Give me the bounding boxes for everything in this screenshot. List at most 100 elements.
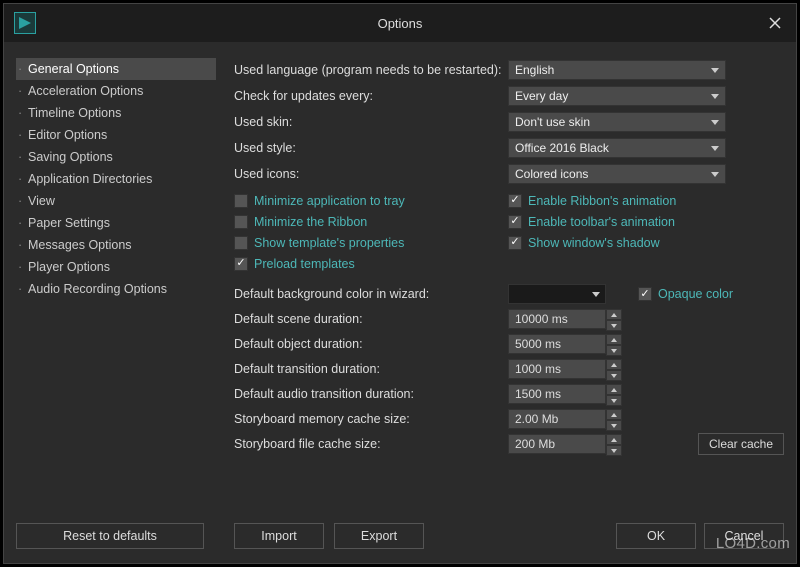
button-label: OK <box>647 529 665 543</box>
icons-dropdown[interactable]: Colored icons <box>508 164 726 184</box>
spin-down[interactable] <box>606 395 622 406</box>
mem-cache-label: Storyboard memory cache size: <box>234 412 508 426</box>
cb-minimize-tray[interactable] <box>234 194 248 208</box>
bgcolor-picker[interactable] <box>508 284 606 304</box>
button-label: Clear cache <box>709 437 773 451</box>
sidebar-item-general[interactable]: General Options <box>16 58 216 80</box>
skin-dropdown[interactable]: Don't use skin <box>508 112 726 132</box>
dropdown-value: Colored icons <box>515 167 588 181</box>
spinner-value: 1000 ms <box>515 362 561 376</box>
audio-transition-label: Default audio transition duration: <box>234 387 508 401</box>
checkbox-column-right: Enable Ribbon's animation Enable toolbar… <box>508 190 676 274</box>
cb-toolbar-anim[interactable] <box>508 215 522 229</box>
transition-duration-label: Default transition duration: <box>234 362 508 376</box>
spin-down[interactable] <box>606 320 622 331</box>
icons-label: Used icons: <box>234 167 299 181</box>
sidebar-item-timeline[interactable]: Timeline Options <box>16 102 216 124</box>
transition-duration-input[interactable]: 1000 ms <box>508 359 606 379</box>
updates-dropdown[interactable]: Every day <box>508 86 726 106</box>
cb-label[interactable]: Minimize the Ribbon <box>254 215 367 229</box>
scene-duration-label: Default scene duration: <box>234 312 508 326</box>
cb-ribbon-anim[interactable] <box>508 194 522 208</box>
cb-label[interactable]: Enable toolbar's animation <box>528 215 675 229</box>
sidebar-item-label: Application Directories <box>28 172 152 186</box>
spinner-value: 5000 ms <box>515 337 561 351</box>
cb-show-template-props[interactable] <box>234 236 248 250</box>
sidebar-item-messages[interactable]: Messages Options <box>16 234 216 256</box>
style-label: Used style: <box>234 141 296 155</box>
reset-button[interactable]: Reset to defaults <box>16 523 204 549</box>
window-body: General Options Acceleration Options Tim… <box>4 42 796 563</box>
object-duration-label: Default object duration: <box>234 337 508 351</box>
ok-button[interactable]: OK <box>616 523 696 549</box>
spinner-value: 1500 ms <box>515 387 561 401</box>
cb-window-shadow[interactable] <box>508 236 522 250</box>
spinner-value: 2.00 Mb <box>515 412 558 426</box>
sidebar-item-label: Timeline Options <box>28 106 121 120</box>
spin-up[interactable] <box>606 334 622 345</box>
sidebar-item-label: Player Options <box>28 260 110 274</box>
cb-preload-templates[interactable] <box>234 257 248 271</box>
checkbox-column-left: Minimize application to tray Minimize th… <box>234 190 508 274</box>
sidebar-item-label: Paper Settings <box>28 216 110 230</box>
sidebar-item-view[interactable]: View <box>16 190 216 212</box>
button-label: Reset to defaults <box>63 529 157 543</box>
watermark: LO4D.com <box>716 535 790 552</box>
options-window: Options General Options Acceleration Opt… <box>3 3 797 564</box>
cb-label[interactable]: Show template's properties <box>254 236 404 250</box>
close-button[interactable] <box>762 10 788 36</box>
spin-up[interactable] <box>606 384 622 395</box>
sidebar-item-saving[interactable]: Saving Options <box>16 146 216 168</box>
sidebar-item-appdirs[interactable]: Application Directories <box>16 168 216 190</box>
file-cache-label: Storyboard file cache size: <box>234 437 508 451</box>
bottom-bar: Reset to defaults Import Export OK Cance… <box>16 521 784 551</box>
titlebar: Options <box>4 4 796 42</box>
sidebar-item-player[interactable]: Player Options <box>16 256 216 278</box>
spinner-value: 200 Mb <box>515 437 555 451</box>
dropdown-value: Every day <box>515 89 568 103</box>
sidebar-item-audiorec[interactable]: Audio Recording Options <box>16 278 216 300</box>
spin-up[interactable] <box>606 309 622 320</box>
sidebar-item-label: Saving Options <box>28 150 113 164</box>
sidebar-item-label: Messages Options <box>28 238 132 252</box>
spin-up[interactable] <box>606 434 622 445</box>
cb-label[interactable]: Opaque color <box>658 287 733 301</box>
skin-label: Used skin: <box>234 115 292 129</box>
button-label: Export <box>361 529 397 543</box>
spin-down[interactable] <box>606 445 622 456</box>
cb-minimize-ribbon[interactable] <box>234 215 248 229</box>
sidebar: General Options Acceleration Options Tim… <box>16 58 216 300</box>
import-button[interactable]: Import <box>234 523 324 549</box>
updates-label: Check for updates every: <box>234 89 373 103</box>
language-label: Used language (program needs to be resta… <box>234 63 502 77</box>
scene-duration-input[interactable]: 10000 ms <box>508 309 606 329</box>
cb-opaque-color[interactable] <box>638 287 652 301</box>
cb-label[interactable]: Preload templates <box>254 257 355 271</box>
file-cache-input[interactable]: 200 Mb <box>508 434 606 454</box>
language-dropdown[interactable]: English <box>508 60 726 80</box>
cb-label[interactable]: Minimize application to tray <box>254 194 405 208</box>
spin-up[interactable] <box>606 359 622 370</box>
spin-down[interactable] <box>606 345 622 356</box>
dropdown-value: Office 2016 Black <box>515 141 609 155</box>
dropdown-value: English <box>515 63 554 77</box>
sidebar-item-label: Audio Recording Options <box>28 282 167 296</box>
sidebar-item-label: General Options <box>28 62 119 76</box>
sidebar-item-editor[interactable]: Editor Options <box>16 124 216 146</box>
spin-down[interactable] <box>606 370 622 381</box>
audio-transition-input[interactable]: 1500 ms <box>508 384 606 404</box>
mem-cache-input[interactable]: 2.00 Mb <box>508 409 606 429</box>
object-duration-input[interactable]: 5000 ms <box>508 334 606 354</box>
sidebar-item-acceleration[interactable]: Acceleration Options <box>16 80 216 102</box>
cb-label[interactable]: Show window's shadow <box>528 236 660 250</box>
style-dropdown[interactable]: Office 2016 Black <box>508 138 726 158</box>
spin-up[interactable] <box>606 409 622 420</box>
cb-label[interactable]: Enable Ribbon's animation <box>528 194 676 208</box>
sidebar-item-paper[interactable]: Paper Settings <box>16 212 216 234</box>
sidebar-item-label: Acceleration Options <box>28 84 143 98</box>
clear-cache-button[interactable]: Clear cache <box>698 433 784 455</box>
window-title: Options <box>4 16 796 31</box>
spin-down[interactable] <box>606 420 622 431</box>
spinner-value: 10000 ms <box>515 312 568 326</box>
export-button[interactable]: Export <box>334 523 424 549</box>
